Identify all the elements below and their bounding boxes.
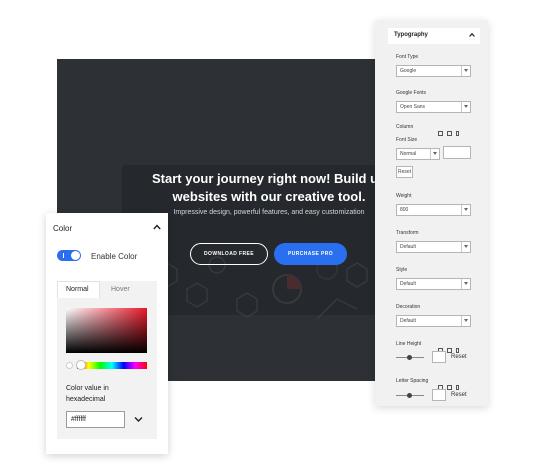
chevron-up-icon[interactable] [153,224,161,230]
weight-select[interactable]: 800 [396,204,471,216]
enable-color-label: Enable Color [91,252,138,261]
weight-value: 800 [400,207,409,213]
chevron-down-icon [430,149,439,159]
letter-spacing-reset[interactable]: Reset [451,392,467,398]
line-height-reset[interactable]: Reset [451,354,467,360]
hero-title-line-1: Start your journey right now! Build un [152,171,386,186]
font-size-reset-button[interactable]: Reset [396,166,413,178]
typography-title: Typography [394,32,428,38]
chevron-down-icon [461,66,470,76]
font-type-select[interactable]: Google [396,65,471,77]
typography-header[interactable]: Typography [388,28,480,44]
line-height-slider-handle[interactable] [407,355,412,360]
chevron-up-icon[interactable] [469,32,475,38]
font-type-value: Google [400,68,417,74]
decoration-select[interactable]: Default [396,315,471,327]
hero-title: Start your journey right now! Build un w… [133,171,405,205]
typography-panel: Typography Font Type Google Google Fonts… [375,20,488,406]
font-size-input[interactable] [443,146,471,159]
transform-value: Default [400,244,416,250]
transform-select[interactable]: Default [396,241,471,253]
font-size-unit-select[interactable]: Normal [396,148,440,160]
chevron-down-icon [461,102,470,112]
decoration-value: Default [400,318,416,324]
column-device-icons[interactable] [438,123,472,136]
google-fonts-value: Open Sans [400,104,426,110]
hero-title-line-2: websites with our creative tool. [172,189,366,204]
style-value: Default [400,281,416,287]
toggle-on-mark [63,253,64,258]
transform-label: Transform [396,230,419,236]
font-size-unit-value: Normal [400,151,417,157]
tablet-icon[interactable] [447,385,452,390]
desktop-icon[interactable] [438,131,443,136]
hero-subtitle: Impressive design, powerful features, an… [173,209,365,216]
hex-value: #ffffff [71,416,86,423]
hex-input[interactable]: #ffffff [66,411,125,428]
color-preview-swatch [66,362,73,369]
chevron-down-icon [461,316,470,326]
toggle-knob [71,251,80,260]
mobile-icon[interactable] [456,348,459,353]
letter-spacing-input[interactable] [432,389,446,401]
letter-spacing-label: Letter Spacing [396,378,429,384]
chevron-down-icon[interactable] [134,416,143,423]
color-picker-area[interactable] [66,308,147,353]
font-size-label: Font Size [396,137,418,143]
line-height-input[interactable] [432,351,446,363]
style-select[interactable]: Default [396,278,471,290]
color-panel-title: Color [53,224,73,233]
weight-label: Weight [396,193,412,199]
enable-color-toggle[interactable] [57,250,81,261]
chevron-down-icon [461,279,470,289]
letter-spacing-slider-handle[interactable] [407,393,412,398]
download-free-button[interactable]: DOWNLOAD FREE [190,243,268,265]
tablet-icon[interactable] [447,348,452,353]
line-height-device-icons[interactable] [438,340,472,353]
tab-hover[interactable]: Hover [103,281,155,298]
color-value-label: Color value in hexadecimal [66,385,109,403]
mobile-icon[interactable] [456,131,459,136]
google-fonts-label: Google Fonts [396,90,427,96]
chevron-down-icon [461,205,470,215]
letter-spacing-device-icons[interactable] [438,377,472,390]
font-type-label: Font Type [396,54,419,60]
style-label: Style [396,267,408,273]
column-label: Column [396,124,414,130]
mobile-icon[interactable] [456,385,459,390]
color-panel: Color Enable Color Normal Hover Color va… [46,213,168,454]
hue-slider[interactable] [77,362,147,369]
line-height-label: Line Height [396,341,422,347]
decoration-label: Decoration [396,304,421,310]
google-fonts-select[interactable]: Open Sans [396,101,471,113]
hue-slider-handle[interactable] [76,360,86,370]
tablet-icon[interactable] [447,131,452,136]
purchase-pro-button[interactable]: PURCHASE PRO [274,243,347,265]
chevron-down-icon [461,242,470,252]
tab-normal[interactable]: Normal [57,281,100,298]
